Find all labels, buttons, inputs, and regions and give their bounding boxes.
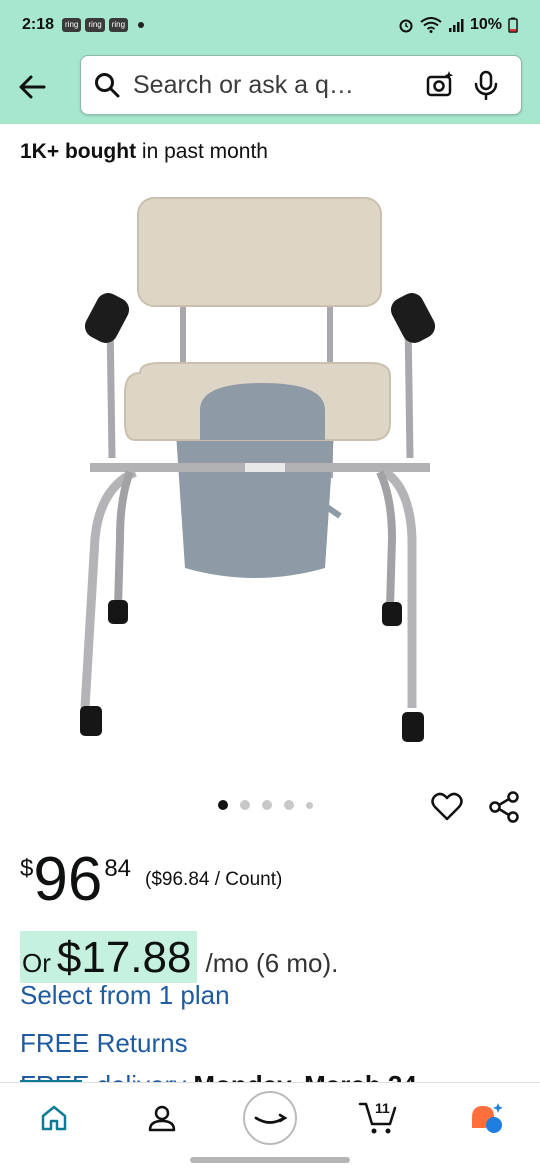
chair-armrest-left — [84, 293, 130, 343]
search-placeholder: Search or ask a q… — [133, 70, 354, 99]
chair-foot — [402, 712, 424, 742]
search-icon — [95, 73, 120, 98]
pagination-dot[interactable] — [306, 801, 313, 809]
purchase-count-rest: in past month — [136, 140, 268, 163]
search-header: Search or ask a q… — [0, 50, 540, 124]
delivery-info[interactable]: FREE delivery Monday, March 24 — [20, 1070, 540, 1082]
chair-foot — [80, 706, 102, 736]
chair-backrest — [137, 197, 382, 307]
nav-home[interactable] — [24, 1088, 84, 1148]
nav-rufus[interactable] — [456, 1088, 516, 1148]
cart-count: 11 — [375, 1099, 390, 1116]
price-currency: $ — [20, 855, 34, 882]
purchase-count-bold: 1K+ bought — [20, 140, 137, 163]
image-pagination[interactable] — [218, 800, 313, 810]
pagination-dot[interactable] — [284, 800, 294, 810]
rufus-icon — [472, 1102, 503, 1133]
camera-sparkle-icon — [426, 71, 454, 97]
purchase-count: 1K+ bought in past month — [20, 140, 268, 164]
installment-amount: $17.88 — [56, 933, 192, 982]
alarm-icon — [399, 19, 413, 33]
status-time: 2:18 — [22, 16, 55, 33]
back-button[interactable] — [0, 55, 64, 119]
nav-cart[interactable]: 11 — [348, 1088, 408, 1148]
battery-icon — [508, 17, 518, 33]
seat-opening — [200, 383, 325, 440]
notification-dot — [138, 22, 145, 28]
microphone-icon — [474, 70, 498, 100]
account-icon — [148, 1105, 176, 1131]
voice-search-button[interactable] — [463, 62, 509, 108]
price-whole: 96 — [33, 845, 103, 914]
wifi-icon — [420, 17, 442, 33]
installment-term: /mo (6 mo). — [205, 948, 339, 978]
chair-foot — [382, 602, 402, 626]
home-indicator[interactable] — [190, 1157, 350, 1163]
home-icon — [41, 1105, 67, 1130]
nav-amazon[interactable] — [240, 1088, 300, 1148]
price-fraction: 84 — [104, 855, 132, 882]
ring-notification-badge: ring — [85, 18, 105, 32]
pagination-dot[interactable] — [262, 800, 272, 810]
bottom-navigation: 11 — [0, 1082, 540, 1152]
chair-armrest-right — [390, 293, 436, 343]
price: $ 96 84 ($96.84 / Count) — [20, 845, 282, 915]
battery-percent: 10% — [469, 16, 502, 33]
installment-or: Or — [22, 948, 51, 978]
camera-search-button[interactable] — [417, 62, 463, 108]
pagination-dot[interactable] — [218, 800, 228, 810]
signal-icon — [448, 19, 464, 32]
status-bar: 2:18 ring ring ring 10% — [0, 0, 540, 50]
delivery-date: Monday, March 24 — [193, 1070, 416, 1082]
installment-offer[interactable]: Or $17.88 /mo (6 mo). — [20, 931, 338, 983]
nav-account[interactable] — [132, 1088, 192, 1148]
share-icon[interactable] — [487, 790, 521, 824]
back-arrow-icon — [19, 75, 46, 99]
price-per-unit: ($96.84 / Count) — [145, 869, 283, 890]
installment-highlight: Or $17.88 — [20, 931, 198, 983]
product-image[interactable] — [0, 178, 540, 778]
select-plan-link[interactable]: Select from 1 plan — [20, 980, 230, 1011]
ring-notification-badge: ring — [108, 18, 129, 32]
amazon-smile-icon — [243, 1090, 297, 1145]
search-input[interactable]: Search or ask a q… — [80, 55, 522, 115]
pagination-dot[interactable] — [240, 800, 250, 810]
ring-notification-badge: ring — [62, 18, 82, 32]
heart-icon[interactable] — [430, 790, 464, 824]
chair-foot — [108, 600, 128, 624]
status-right: 10% — [398, 16, 518, 34]
free-returns-link[interactable]: FREE Returns — [20, 1028, 188, 1059]
